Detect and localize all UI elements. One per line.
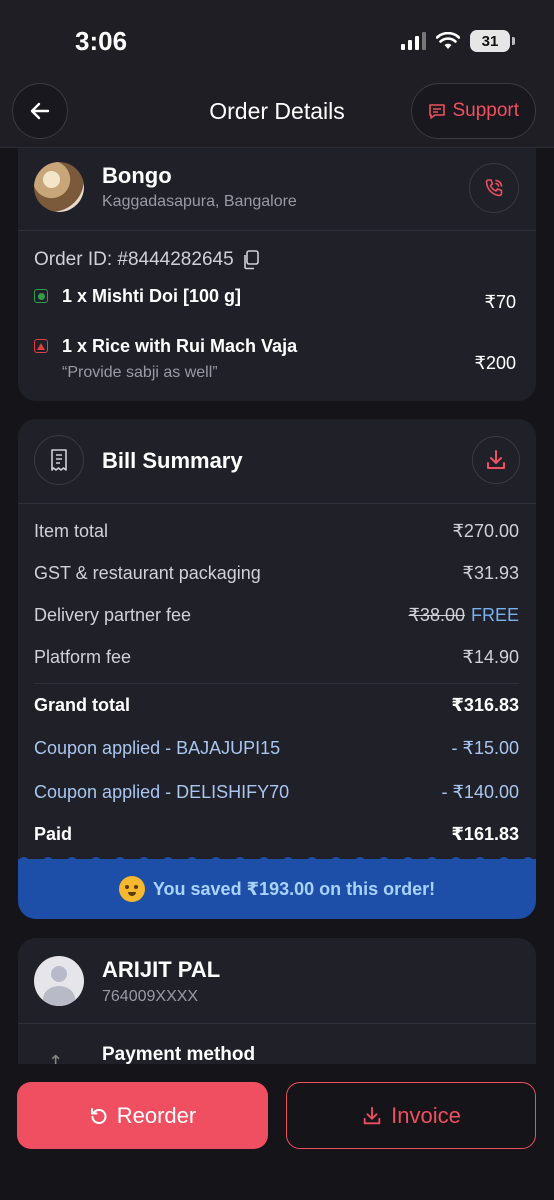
bill-summary-title: Bill Summary bbox=[102, 448, 243, 473]
party-emoji-icon bbox=[118, 876, 145, 902]
item-name: 1 x Mishti Doi [100 g] bbox=[62, 286, 242, 306]
copy-icon[interactable] bbox=[242, 250, 260, 270]
invoice-button[interactable]: Invoice bbox=[286, 1082, 536, 1149]
user-avatar-icon bbox=[34, 956, 84, 1006]
support-button[interactable]: Support bbox=[411, 83, 536, 139]
invoice-download-icon bbox=[363, 1106, 381, 1124]
order-id-row: Order ID: #8444282645 bbox=[34, 249, 260, 271]
restaurant-card: Bongo Kaggadasapura, Bangalore Order ID:… bbox=[18, 148, 536, 401]
bill-row-label: Delivery partner fee bbox=[34, 605, 192, 625]
bill-row-gst: GST & restaurant packaging ₹31.93 bbox=[34, 563, 519, 584]
bill-row-delivery-fee: Delivery partner fee ₹38.00 FREE bbox=[34, 605, 519, 626]
item-name: 1 x Rice with Rui Mach Vaja bbox=[62, 336, 298, 356]
bill-row-item-total: Item total ₹270.00 bbox=[34, 521, 519, 542]
non-veg-icon bbox=[34, 339, 48, 353]
bill-row-platform-fee: Platform fee ₹14.90 bbox=[34, 647, 519, 668]
receipt-icon bbox=[51, 449, 67, 471]
call-restaurant-button[interactable] bbox=[469, 163, 519, 213]
reorder-button[interactable]: Reorder bbox=[17, 1082, 268, 1149]
free-badge: FREE bbox=[470, 605, 519, 625]
item-price: ₹200 bbox=[474, 353, 516, 373]
download-bill-button[interactable] bbox=[472, 436, 520, 484]
invoice-label: Invoice bbox=[391, 1102, 461, 1128]
refresh-icon bbox=[90, 1107, 107, 1124]
grand-total-label: Grand total bbox=[34, 695, 131, 715]
divider bbox=[34, 683, 519, 684]
bill-summary-card: Bill Summary Item total ₹270.00 GST & re… bbox=[18, 419, 536, 919]
status-bar: 3:06 31 bbox=[0, 0, 554, 80]
savings-text: You saved ₹193.00 on this order! bbox=[152, 878, 436, 899]
order-id: Order ID: #8444282645 bbox=[34, 249, 234, 270]
wifi-icon bbox=[436, 32, 460, 49]
chat-icon bbox=[429, 104, 446, 119]
customer-phone: 764009XXXX bbox=[102, 988, 199, 1005]
bill-row-paid: Paid ₹161.83 bbox=[34, 824, 519, 845]
bill-icon-wrapper bbox=[34, 435, 84, 485]
app-header: Order Details Support bbox=[0, 80, 554, 148]
divider bbox=[18, 1023, 536, 1024]
download-icon bbox=[487, 450, 505, 469]
coupon-label: Coupon applied - BAJAJUPI15 bbox=[34, 738, 281, 758]
bill-row-value: ₹31.93 bbox=[462, 563, 520, 583]
battery-icon: 31 bbox=[470, 30, 515, 52]
status-time: 3:06 bbox=[75, 26, 128, 56]
bottom-action-bar: Reorder Invoice bbox=[0, 1064, 554, 1200]
bill-row-label: Item total bbox=[34, 521, 109, 541]
restaurant-name: Bongo bbox=[102, 163, 172, 188]
bill-row-coupon: Coupon applied - BAJAJUPI15 - ₹15.00 bbox=[34, 738, 519, 759]
reorder-label: Reorder bbox=[116, 1102, 197, 1128]
restaurant-address: Kaggadasapura, Bangalore bbox=[102, 193, 297, 210]
bill-row-coupon: Coupon applied - DELISHIFY70 - ₹140.00 bbox=[34, 782, 519, 803]
wave-edge bbox=[18, 857, 536, 861]
status-icons: 31 bbox=[401, 30, 515, 52]
paid-label: Paid bbox=[34, 824, 73, 844]
savings-banner: You saved ₹193.00 on this order! bbox=[18, 857, 536, 919]
item-price: ₹70 bbox=[484, 292, 516, 312]
divider bbox=[18, 503, 536, 504]
item-note: “Provide sabji as well” bbox=[62, 364, 218, 381]
signal-icon bbox=[401, 32, 426, 50]
bill-row-value: ₹270.00 bbox=[452, 521, 519, 541]
coupon-value: - ₹140.00 bbox=[441, 782, 519, 802]
customer-name: ARIJIT PAL bbox=[102, 957, 221, 982]
divider bbox=[18, 230, 536, 231]
bill-row-value: ₹14.90 bbox=[462, 647, 520, 667]
phone-icon bbox=[485, 179, 503, 197]
coupon-value: - ₹15.00 bbox=[451, 738, 520, 758]
original-delivery-fee: ₹38.00 bbox=[408, 605, 465, 625]
grand-total-value: ₹316.83 bbox=[451, 695, 519, 715]
paid-value: ₹161.83 bbox=[451, 824, 519, 844]
veg-icon bbox=[34, 289, 48, 303]
payment-method-label: Payment method bbox=[102, 1044, 256, 1065]
bill-row-label: GST & restaurant packaging bbox=[34, 563, 261, 583]
coupon-label: Coupon applied - DELISHIFY70 bbox=[34, 782, 290, 802]
bill-row-grand-total: Grand total ₹316.83 bbox=[34, 695, 519, 716]
bill-row-label: Platform fee bbox=[34, 647, 132, 667]
bill-row-value-group: ₹38.00 FREE bbox=[408, 605, 519, 626]
restaurant-avatar bbox=[34, 162, 84, 212]
support-label: Support bbox=[452, 100, 519, 121]
